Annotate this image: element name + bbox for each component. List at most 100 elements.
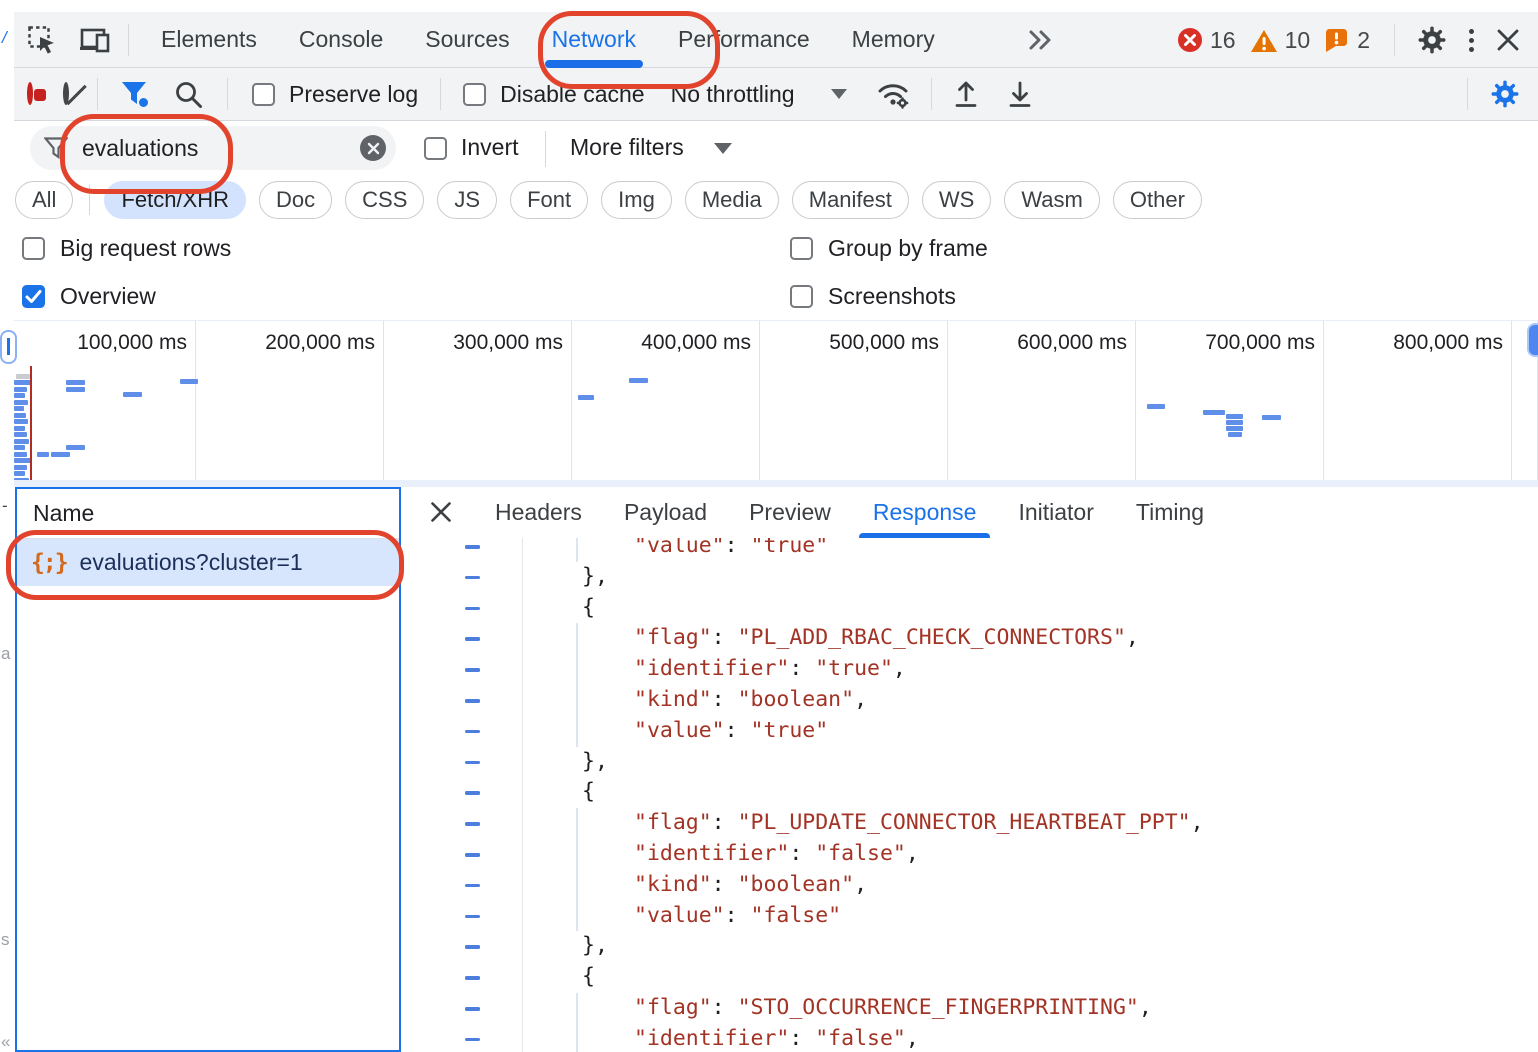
indent-guide: [576, 623, 578, 654]
import-har-button[interactable]: [952, 79, 980, 109]
close-devtools-button[interactable]: [1496, 28, 1520, 52]
checkmark-icon: [25, 289, 42, 304]
tab-console[interactable]: Console: [278, 12, 404, 68]
issue-count: 2: [1357, 27, 1370, 54]
chip-manifest[interactable]: Manifest: [792, 181, 909, 219]
record-network-log-button[interactable]: [27, 85, 33, 103]
overview-checkbox[interactable]: [22, 285, 45, 308]
preserve-log-checkbox[interactable]: [252, 83, 275, 106]
detail-tab-initiator[interactable]: Initiator: [1018, 487, 1093, 538]
export-har-button[interactable]: [1006, 79, 1034, 109]
chip-font[interactable]: Font: [510, 181, 588, 219]
detail-tab-headers[interactable]: Headers: [495, 487, 582, 538]
settings-button[interactable]: [1417, 25, 1447, 55]
page-fragment: s: [1, 930, 10, 950]
chip-doc[interactable]: Doc: [259, 181, 332, 219]
issues-counter[interactable]: 2: [1324, 27, 1384, 54]
code-text: },: [582, 931, 608, 962]
network-overview-timeline[interactable]: 100,000 ms200,000 ms300,000 ms400,000 ms…: [14, 320, 1538, 480]
close-detail-button[interactable]: [429, 500, 453, 524]
page-fragment: a: [1, 644, 10, 664]
gear-icon: [1417, 25, 1447, 55]
chip-img[interactable]: Img: [601, 181, 672, 219]
overview-left-handle[interactable]: [0, 330, 17, 364]
chip-js[interactable]: JS: [437, 181, 497, 219]
code-text: {: [582, 962, 595, 993]
device-toolbar-button[interactable]: [80, 27, 112, 55]
divider: [931, 78, 932, 110]
divider: [128, 24, 129, 56]
request-bar: [629, 378, 648, 383]
network-filter-field[interactable]: [30, 126, 396, 170]
chip-media[interactable]: Media: [685, 181, 779, 219]
detail-tab-payload[interactable]: Payload: [624, 487, 707, 538]
detail-tab-timing[interactable]: Timing: [1136, 487, 1204, 538]
kebab-menu-button[interactable]: [1469, 29, 1474, 52]
gutter-dash: [465, 607, 480, 611]
name-column-header[interactable]: Name: [17, 489, 399, 539]
request-bar: [1262, 415, 1281, 420]
request-list-panel: Name {;} evaluations?cluster=1: [15, 487, 401, 1052]
network-settings-button[interactable]: [1490, 79, 1520, 109]
request-row[interactable]: {;} evaluations?cluster=1: [17, 539, 399, 586]
invert-checkbox[interactable]: [424, 137, 447, 160]
overview-right-handle[interactable]: [1527, 323, 1538, 357]
tab-performance[interactable]: Performance: [657, 12, 831, 68]
tab-sources[interactable]: Sources: [404, 12, 530, 68]
tab-memory[interactable]: Memory: [831, 12, 956, 68]
close-icon: [429, 500, 453, 524]
page-fragment: /: [2, 28, 7, 48]
network-conditions-button[interactable]: [875, 78, 911, 110]
filter-input[interactable]: [80, 134, 360, 163]
code-text: },: [582, 747, 608, 778]
code-text: "value": "true": [634, 716, 828, 747]
group-by-frame-label: Group by frame: [828, 235, 988, 262]
clear-filter-button[interactable]: [360, 135, 386, 161]
screenshots-checkbox[interactable]: [790, 285, 813, 308]
more-filters-button[interactable]: More filters: [570, 134, 684, 161]
console-warnings-counter[interactable]: 10: [1250, 27, 1325, 54]
clear-network-log-button[interactable]: [63, 85, 69, 103]
more-tabs-button[interactable]: [1027, 28, 1055, 52]
page-fragment: -: [2, 496, 8, 516]
request-bar: [1226, 420, 1243, 425]
chip-wasm[interactable]: Wasm: [1004, 181, 1100, 219]
code-line: "kind": "boolean",: [401, 685, 1538, 716]
code-text: "identifier": "false",: [634, 1024, 919, 1052]
tab-network[interactable]: Network: [531, 12, 657, 68]
gutter-dash: [465, 699, 480, 703]
gear-icon-active: [1490, 79, 1520, 109]
throttling-caret-icon[interactable]: [831, 89, 847, 99]
chip-fetchxhr[interactable]: Fetch/XHR: [104, 181, 246, 219]
console-errors-counter[interactable]: 16: [1177, 27, 1250, 54]
code-line: "value": "true": [401, 538, 1538, 562]
chip-all[interactable]: All: [15, 181, 73, 219]
group-by-frame-checkbox[interactable]: [790, 237, 813, 260]
gutter-dash: [465, 853, 480, 857]
chip-css[interactable]: CSS: [345, 181, 424, 219]
error-icon: [1177, 27, 1203, 53]
disable-cache-checkbox[interactable]: [463, 83, 486, 106]
code-line: },: [401, 747, 1538, 778]
search-button[interactable]: [174, 80, 203, 109]
more-filters-caret-icon[interactable]: [714, 143, 732, 154]
gutter-dash: [465, 915, 480, 919]
throttling-select[interactable]: No throttling: [671, 81, 795, 108]
response-body-viewer[interactable]: "value": "true"},{"flag": "PL_ADD_RBAC_C…: [401, 538, 1538, 1052]
detail-tab-preview[interactable]: Preview: [749, 487, 831, 538]
big-request-rows-checkbox[interactable]: [22, 237, 45, 260]
tab-elements[interactable]: Elements: [140, 12, 278, 68]
code-text: "value": "true": [634, 538, 828, 562]
chip-ws[interactable]: WS: [922, 181, 991, 219]
detail-tab-response[interactable]: Response: [873, 487, 977, 538]
options-row: Overview Screenshots: [14, 272, 1538, 320]
gutter-dash: [465, 884, 480, 888]
divider: [1467, 78, 1468, 110]
inspect-element-button[interactable]: [27, 25, 57, 55]
filter-toggle-button[interactable]: [120, 79, 150, 109]
gutter-dash: [465, 945, 480, 949]
divider: [1394, 24, 1395, 56]
chip-other[interactable]: Other: [1113, 181, 1202, 219]
page-fragment: «: [1, 1032, 10, 1052]
download-icon: [1006, 79, 1034, 109]
